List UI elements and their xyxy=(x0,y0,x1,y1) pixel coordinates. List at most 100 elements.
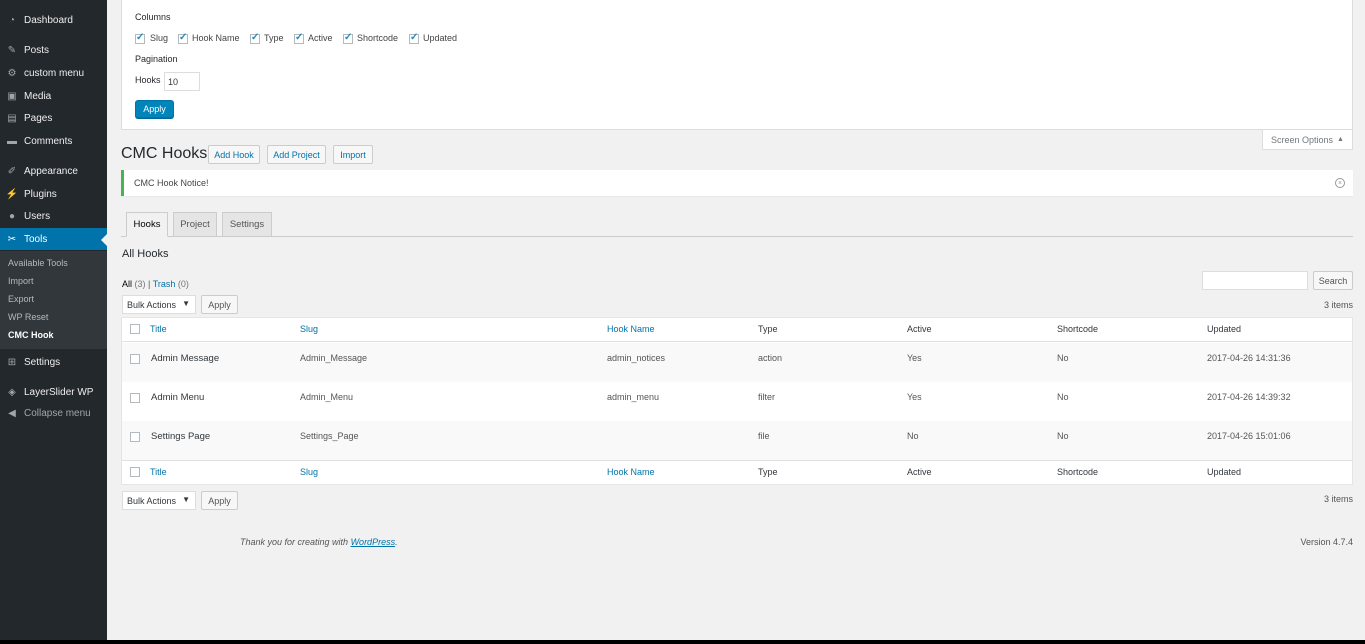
select-all-checkbox[interactable] xyxy=(130,324,140,334)
row-active: Yes xyxy=(907,392,922,402)
row-type: file xyxy=(758,431,770,441)
search-button[interactable]: Search xyxy=(1313,271,1353,290)
row-updated: 2017-04-26 14:39:32 xyxy=(1207,392,1291,402)
wrench-icon: ✂ xyxy=(7,233,17,245)
sidebar-item-users[interactable]: ● Users xyxy=(0,205,107,227)
sidebar-item-label: Collapse menu xyxy=(24,407,91,419)
column-label-active: Active xyxy=(308,33,333,43)
collapse-menu-button[interactable]: ◀ Collapse menu xyxy=(0,402,107,424)
hooks-per-page-input[interactable] xyxy=(164,72,200,91)
column-header-shortcode: Shortcode xyxy=(1057,324,1099,334)
bulk-apply-button-top[interactable]: Apply xyxy=(201,295,238,314)
add-hook-button[interactable]: Add Hook xyxy=(208,145,260,164)
sidebar-item-settings[interactable]: ⊞ Settings xyxy=(0,351,107,373)
sidebar-item-label: Media xyxy=(24,90,52,102)
columns-heading: Columns xyxy=(135,12,171,22)
tab-settings[interactable]: Settings xyxy=(222,212,272,237)
table-row[interactable]: Admin Menu Admin_Menu admin_menu filter … xyxy=(122,382,1352,421)
submenu-wp-reset[interactable]: WP Reset xyxy=(8,312,48,322)
row-checkbox[interactable] xyxy=(130,393,140,403)
plug-icon: ⚡ xyxy=(5,188,19,200)
submenu-available-tools[interactable]: Available Tools xyxy=(8,258,68,268)
row-slug: Admin_Menu xyxy=(300,392,354,402)
bulk-actions-select-bottom[interactable]: Bulk Actions ▼ xyxy=(122,491,196,510)
sidebar-item-layerslider[interactable]: ◈ LayerSlider WP xyxy=(0,381,107,403)
submenu-import[interactable]: Import xyxy=(8,276,34,286)
table-row[interactable]: Admin Message Admin_Message admin_notice… xyxy=(122,343,1352,382)
footer-header-title[interactable]: Title xyxy=(150,467,167,477)
sidebar-item-pages[interactable]: ▤ Pages xyxy=(0,107,107,129)
column-header-updated: Updated xyxy=(1207,324,1242,334)
sidebar-item-comments[interactable]: ▬ Comments xyxy=(0,130,107,152)
row-title[interactable]: Admin Menu xyxy=(151,392,204,403)
row-title[interactable]: Settings Page xyxy=(151,431,210,442)
select-all-checkbox-footer[interactable] xyxy=(130,467,140,477)
row-updated: 2017-04-26 15:01:06 xyxy=(1207,431,1291,441)
page-title: CMC Hooks xyxy=(121,145,208,162)
row-checkbox[interactable] xyxy=(130,354,140,364)
screen-options-apply-button[interactable]: Apply xyxy=(135,100,174,118)
row-slug: Settings_Page xyxy=(300,431,359,441)
sidebar-item-appearance[interactable]: ✐ Appearance xyxy=(0,160,107,182)
section-title: All Hooks xyxy=(122,248,169,260)
screen-options-panel: Columns Slug Hook Name Type Active Short… xyxy=(121,0,1353,130)
brush-icon: ✐ xyxy=(7,165,17,177)
sidebar-item-custom-menu[interactable]: ⚙ custom menu xyxy=(0,62,107,84)
column-label-updated: Updated xyxy=(423,33,458,43)
screen-options-toggle[interactable]: Screen Options ▲ xyxy=(1262,130,1353,150)
bulk-apply-button-bottom[interactable]: Apply xyxy=(201,491,238,510)
row-checkbox[interactable] xyxy=(130,432,140,442)
bulk-actions-select-top[interactable]: Bulk Actions ▼ xyxy=(122,295,196,314)
view-trash-link[interactable]: Trash (0) xyxy=(153,279,189,289)
sidebar-item-label: Posts xyxy=(24,44,50,56)
import-button[interactable]: Import xyxy=(333,145,373,164)
dropdown-arrow-icon: ▼ xyxy=(182,299,190,308)
column-toggle-slug[interactable] xyxy=(135,32,145,44)
column-toggle-type[interactable] xyxy=(250,32,260,44)
footer-header-hook-name[interactable]: Hook Name xyxy=(607,467,655,477)
column-toggle-shortcode[interactable] xyxy=(343,32,353,44)
column-header-hook-name[interactable]: Hook Name xyxy=(607,324,655,334)
footer-header-slug[interactable]: Slug xyxy=(300,467,318,477)
view-all-link[interactable]: All (3) xyxy=(122,279,146,289)
search-input[interactable] xyxy=(1202,271,1308,290)
sidebar-item-label: Pages xyxy=(24,112,53,124)
success-notice: CMC Hook Notice! × xyxy=(121,170,1353,196)
sidebar-item-tools[interactable]: ✂ Tools xyxy=(0,228,107,250)
column-toggle-hook-name[interactable] xyxy=(178,32,188,44)
wordpress-link[interactable]: WordPress xyxy=(351,537,396,547)
column-label-shortcode: Shortcode xyxy=(357,33,399,43)
submenu-export[interactable]: Export xyxy=(8,294,34,304)
column-label-type: Type xyxy=(264,33,284,43)
screen-options-toggle-label: Screen Options xyxy=(1271,134,1334,145)
table-header: Title Slug Hook Name Type Active Shortco… xyxy=(122,318,1352,342)
add-project-button[interactable]: Add Project xyxy=(267,145,326,164)
row-hook-name: admin_notices xyxy=(607,353,666,363)
submenu-cmc-hook[interactable]: CMC Hook xyxy=(8,330,54,340)
tab-hooks[interactable]: Hooks xyxy=(126,212,168,237)
column-toggle-active[interactable] xyxy=(294,32,304,44)
row-shortcode: No xyxy=(1057,431,1069,441)
media-icon: ▣ xyxy=(7,90,17,102)
column-header-slug[interactable]: Slug xyxy=(300,324,318,334)
app-window: ◔ Dashboard ✎ Posts ⚙ custom menu ▣ Medi… xyxy=(0,0,1365,644)
tab-project[interactable]: Project xyxy=(173,212,217,237)
row-title[interactable]: Admin Message xyxy=(151,353,219,364)
sidebar-item-media[interactable]: ▣ Media xyxy=(0,85,107,107)
dismiss-icon[interactable]: × xyxy=(1335,178,1345,188)
sidebar-item-label: Plugins xyxy=(24,188,57,200)
column-header-title[interactable]: Title xyxy=(150,324,167,334)
settings-icon: ⊞ xyxy=(7,356,17,368)
column-toggle-updated[interactable] xyxy=(409,32,419,44)
sidebar-item-dashboard[interactable]: ◔ Dashboard xyxy=(0,9,107,31)
sidebar-item-label: custom menu xyxy=(24,67,85,79)
table-row[interactable]: Settings Page Settings_Page file No No 2… xyxy=(122,421,1352,460)
comment-icon: ▬ xyxy=(7,135,17,147)
row-shortcode: No xyxy=(1057,392,1069,402)
column-label-slug: Slug xyxy=(150,33,169,43)
sidebar-item-posts[interactable]: ✎ Posts xyxy=(0,39,107,61)
footer-thanks-period: . xyxy=(395,537,398,547)
view-separator: | xyxy=(148,279,151,289)
column-header-active: Active xyxy=(907,324,932,334)
sidebar-item-plugins[interactable]: ⚡ Plugins xyxy=(0,183,107,205)
